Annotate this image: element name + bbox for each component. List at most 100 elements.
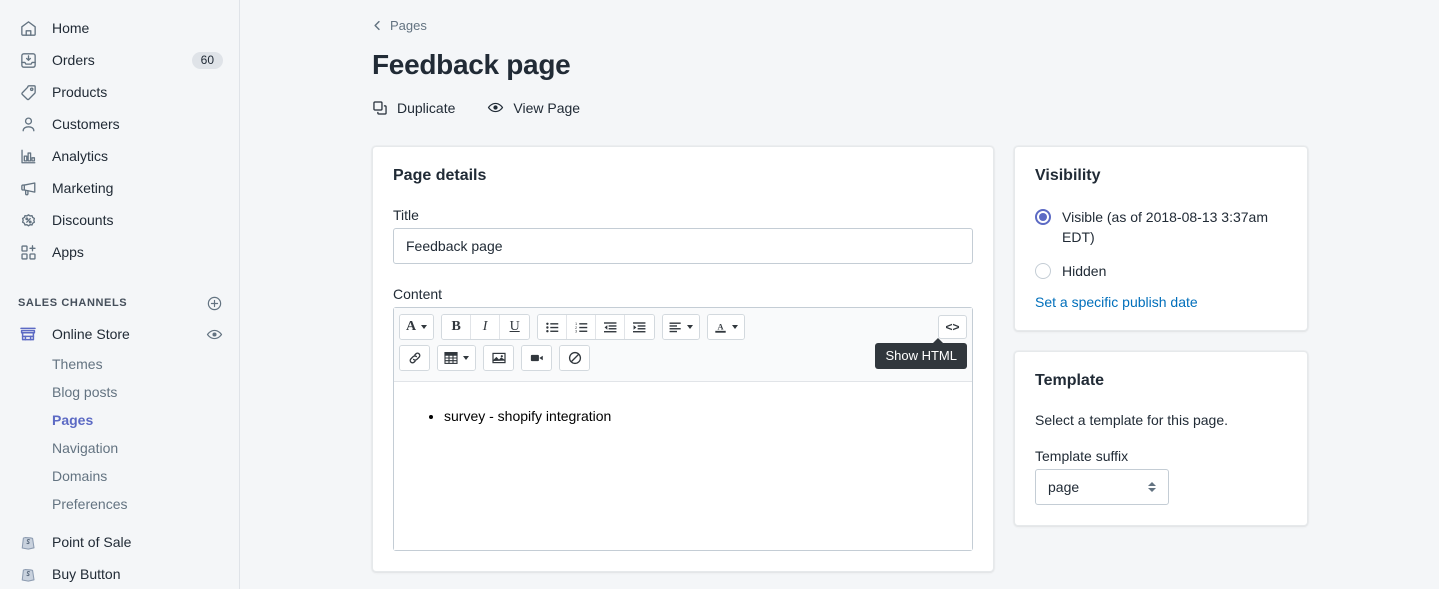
insert-image-group — [483, 345, 514, 371]
sidebar-item-products[interactable]: Products — [0, 76, 239, 108]
indent-icon — [633, 321, 646, 334]
sidebar-item-online-store[interactable]: Online Store — [0, 318, 239, 350]
insert-video-group — [521, 345, 552, 371]
chevron-left-icon — [372, 20, 383, 31]
template-help-text: Select a template for this page. — [1035, 411, 1228, 428]
sidebar-item-analytics[interactable]: Analytics — [0, 140, 239, 172]
sidebar-item-discounts[interactable]: Discounts — [0, 204, 239, 236]
breadcrumb-label: Pages — [390, 18, 427, 33]
no-symbol-icon — [568, 351, 582, 365]
eye-icon[interactable] — [206, 326, 223, 343]
sidebar-item-orders[interactable]: Orders 60 — [0, 44, 239, 76]
sidebar-item-label: Customers — [52, 116, 120, 132]
insert-link-button[interactable] — [400, 346, 429, 370]
breadcrumb[interactable]: Pages — [372, 18, 427, 33]
radio-visible[interactable] — [1035, 209, 1051, 225]
content-bullet-list: survey - shopify integration — [414, 406, 952, 427]
underline-glyph: U — [509, 319, 520, 334]
discounts-percent-icon — [18, 210, 38, 230]
italic-glyph: I — [482, 319, 488, 334]
marketing-megaphone-icon — [18, 178, 38, 198]
svg-text:A: A — [718, 322, 724, 331]
text-color-icon: A — [714, 321, 727, 334]
show-html-tooltip: Show HTML — [875, 338, 967, 369]
bold-button[interactable]: B — [442, 315, 472, 339]
sidebar-item-point-of-sale[interactable]: Point of Sale — [0, 526, 239, 558]
sidebar-item-label: Products — [52, 84, 108, 100]
sidebar-item-pages[interactable]: Pages — [0, 406, 239, 434]
select-stepper-icon — [1148, 481, 1156, 492]
insert-link-group — [399, 345, 430, 371]
visibility-title: Visibility — [1035, 167, 1101, 184]
sub-item-label: Preferences — [52, 496, 128, 512]
template-suffix-value: page — [1048, 478, 1080, 495]
section-title: SALES CHANNELS — [18, 297, 128, 309]
set-publish-date-link[interactable]: Set a specific publish date — [1035, 294, 1198, 310]
underline-button[interactable]: U — [500, 315, 530, 339]
products-tag-icon — [18, 82, 38, 102]
editor-content-area[interactable]: survey - shopify integration — [394, 382, 972, 550]
view-page-button[interactable]: View Page — [487, 99, 580, 116]
insert-table-button[interactable] — [438, 346, 475, 370]
eye-icon — [487, 99, 504, 116]
sidebar-item-customers[interactable]: Customers — [0, 108, 239, 140]
outdent-button[interactable] — [596, 315, 626, 339]
sidebar-item-buy-button[interactable]: Buy Button — [0, 558, 239, 589]
rich-text-editor: A B I U 1 2 3 A <> Show HTML • survey - … — [393, 307, 973, 551]
visibility-option-visible[interactable]: Visible (as of 2018-08-13 3:37am EDT) — [1035, 207, 1287, 248]
indent-button[interactable] — [625, 315, 655, 339]
radio-hidden-label: Hidden — [1062, 262, 1107, 279]
radio-visible-label: Visible (as of 2018-08-13 3:37am EDT) — [1062, 209, 1268, 246]
numbered-list-button[interactable]: 1 2 3 — [567, 315, 597, 339]
sidebar-item-preferences[interactable]: Preferences — [0, 490, 239, 518]
font-style-group: A — [399, 314, 435, 340]
template-card: Template Select a template for this page… — [1014, 350, 1308, 526]
sidebar-item-label: Orders — [52, 52, 95, 68]
sidebar-item-label: Marketing — [52, 180, 114, 196]
home-icon — [18, 18, 38, 38]
duplicate-button[interactable]: Duplicate — [372, 100, 455, 116]
page-header: Pages Feedback page Duplicate View Page — [240, 18, 1439, 116]
page-details-title: Page details — [393, 167, 487, 184]
content-columns: Page details Title Content — [240, 116, 1439, 572]
list-bullet-icon — [545, 321, 559, 334]
analytics-bar-chart-icon — [18, 146, 38, 166]
bulleted-list-button[interactable] — [538, 315, 568, 339]
list-number-icon: 1 2 3 — [575, 321, 588, 334]
align-button[interactable] — [663, 315, 700, 339]
sidebar-item-themes[interactable]: Themes — [0, 350, 239, 378]
visibility-option-hidden[interactable]: Hidden — [1035, 261, 1287, 281]
font-style-button[interactable]: A — [400, 315, 434, 339]
apps-grid-plus-icon — [18, 242, 38, 262]
customers-person-icon — [18, 114, 38, 134]
title-input[interactable] — [393, 228, 973, 264]
insert-video-button[interactable] — [522, 346, 551, 370]
sidebar-item-label: Discounts — [52, 212, 114, 228]
plus-circle-icon[interactable] — [206, 295, 223, 312]
sidebar-item-domains[interactable]: Domains — [0, 462, 239, 490]
radio-hidden[interactable] — [1035, 262, 1051, 279]
template-title: Template — [1035, 371, 1105, 389]
clear-formatting-group — [559, 345, 590, 371]
sidebar: Home Orders 60 Products Customers Analyt… — [0, 0, 240, 589]
font-a-glyph: A — [406, 319, 417, 334]
template-suffix-select[interactable]: page — [1035, 468, 1169, 505]
italic-button[interactable]: I — [471, 315, 501, 339]
sub-item-label: Themes — [52, 356, 103, 372]
duplicate-label: Duplicate — [397, 99, 456, 116]
shopify-bag-icon — [18, 564, 38, 584]
left-column: Page details Title Content — [372, 146, 994, 572]
sidebar-item-blog-posts[interactable]: Blog posts — [0, 378, 239, 406]
show-html-button[interactable]: <> — [938, 315, 967, 339]
insert-image-button[interactable] — [484, 346, 513, 370]
text-color-button[interactable]: A — [708, 315, 745, 339]
sidebar-item-apps[interactable]: Apps — [0, 236, 239, 268]
content-field-label: Content — [393, 286, 443, 302]
sidebar-item-home[interactable]: Home — [0, 12, 239, 44]
image-icon — [491, 351, 506, 365]
clear-formatting-button[interactable] — [560, 346, 589, 370]
sidebar-item-label: Home — [52, 20, 90, 36]
page-action-bar: Duplicate View Page — [372, 99, 1439, 116]
sidebar-item-navigation[interactable]: Navigation — [0, 434, 239, 462]
sidebar-item-marketing[interactable]: Marketing — [0, 172, 239, 204]
